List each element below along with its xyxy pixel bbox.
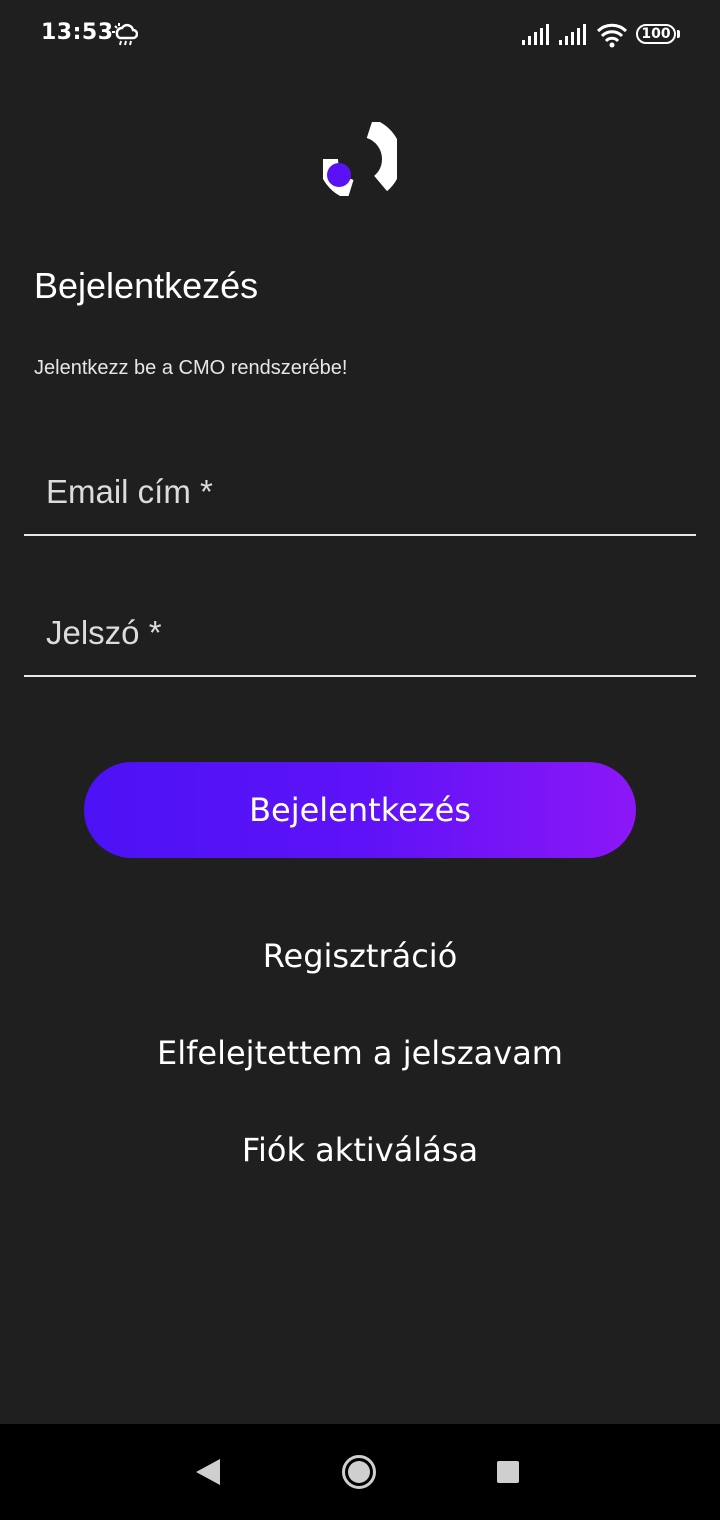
login-screen: 13:53 100 Bejelentkezés Jelentkezz be a …	[0, 0, 720, 1520]
wifi-icon	[596, 23, 628, 48]
status-bar: 13:53 100	[0, 0, 720, 70]
password-field-container	[24, 607, 696, 677]
app-logo-icon	[323, 122, 397, 196]
battery-level: 100	[636, 24, 676, 44]
battery-icon: 100	[636, 24, 680, 46]
forgot-password-link[interactable]: Elfelejtettem a jelszavam	[0, 1034, 720, 1072]
status-time: 13:53	[41, 20, 114, 45]
signal-icon	[522, 24, 549, 45]
home-icon[interactable]	[341, 1454, 377, 1490]
recents-icon[interactable]	[496, 1460, 520, 1484]
activate-account-link[interactable]: Fiók aktiválása	[0, 1131, 720, 1169]
email-field[interactable]	[44, 472, 668, 512]
signal-icon	[559, 24, 586, 45]
weather-icon	[112, 23, 138, 46]
back-icon[interactable]	[194, 1457, 222, 1487]
login-button[interactable]: Bejelentkezés	[84, 762, 636, 858]
battery-tip	[677, 30, 680, 38]
register-link[interactable]: Regisztráció	[0, 937, 720, 975]
page-title: Bejelentkezés	[34, 265, 259, 306]
password-field[interactable]	[44, 613, 668, 653]
navigation-bar	[0, 1424, 720, 1520]
email-field-container	[24, 466, 696, 536]
page-subtitle: Jelentkezz be a CMO rendszerébe!	[34, 357, 348, 379]
